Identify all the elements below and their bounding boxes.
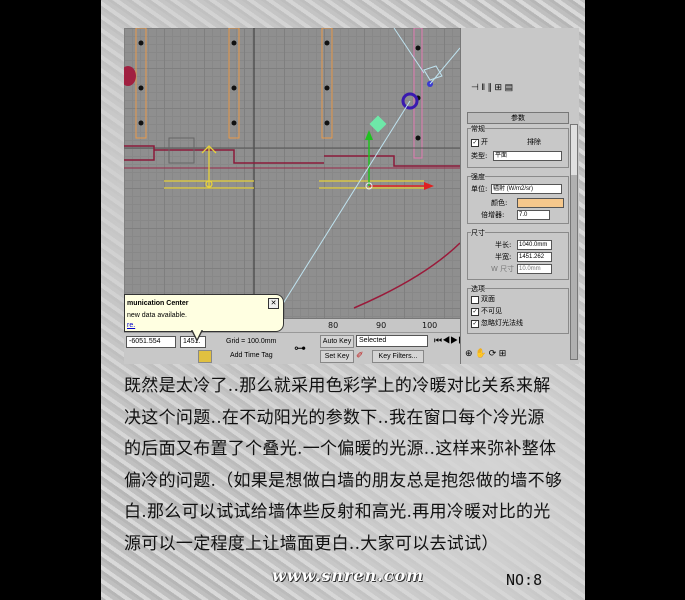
ignore-light-label: 忽略灯光法线 [481, 319, 523, 327]
paragraph-line: 决这个问题..在不动阳光的参数下..我在窗口每个冷光源 [124, 407, 545, 428]
ruler-tick: 100 [422, 321, 438, 330]
unit-label: 单位: [471, 185, 488, 193]
double-sided-label: 双面 [481, 295, 495, 303]
balloon-link[interactable]: re. [127, 322, 135, 329]
add-time-tag-button[interactable]: Add Time Tag [230, 352, 273, 359]
viewport-nav-icons[interactable]: ⊕ ✋ ⟳ ⊞ [465, 348, 506, 359]
panel-scrollbar[interactable] [570, 124, 578, 360]
options-heading: 选项 [471, 284, 485, 294]
double-sided-checkbox[interactable] [471, 296, 479, 304]
site-watermark: www.snren.com [272, 566, 425, 585]
key-filters-button[interactable]: Key Filters... [372, 350, 424, 363]
multiplier-field[interactable]: 7.0 [517, 210, 550, 220]
auto-key-button[interactable]: Auto Key [320, 335, 354, 348]
general-heading: 常规 [471, 124, 485, 134]
panel-toolbar-icons[interactable]: ⊣ ‖ ∥ ⊞ ▤ [471, 82, 513, 93]
lock-selection-button[interactable] [198, 350, 212, 363]
status-bar: -6051.554 1451. Grid = 100.0mm Add Time … [124, 332, 474, 364]
key-icon: ⊶ [294, 341, 306, 355]
half-length-field[interactable]: 1040.0mm [517, 240, 552, 250]
communication-center-balloon: munication Center ✕ new data available. … [124, 294, 284, 342]
top-viewport[interactable] [124, 28, 460, 318]
exclude-button[interactable]: 排除 [527, 137, 541, 147]
paragraph-line: 既然是太冷了..那么就采用色彩学上的冷暖对比关系来解 [124, 376, 551, 396]
scroll-thumb[interactable] [571, 125, 577, 175]
filter-icon: ✐ [356, 350, 364, 360]
half-width-field[interactable]: 1451.262 [517, 252, 552, 262]
body-paragraph: 既然是太冷了..那么就采用色彩学上的冷暖对比关系来解 决这个问题..在不动阳光的… [124, 371, 584, 560]
on-checkbox[interactable]: ✓ [471, 139, 479, 147]
paragraph-line: 白.那么可以试试给墙体些反射和高光.再用冷暖对比的光 [124, 502, 551, 522]
color-swatch[interactable] [517, 198, 564, 208]
color-label: 颜色: [491, 199, 508, 207]
type-label: 类型: [471, 152, 488, 160]
paragraph-line: 的后面又布置了个叠光.一个偏暖的光源..这样来弥补整体 [124, 439, 557, 459]
balloon-tail-fill [192, 329, 202, 339]
half-length-label: 半长: [495, 241, 512, 249]
page-number: NO:8 [506, 571, 543, 589]
type-dropdown[interactable]: 平面 [493, 151, 562, 161]
parameters-rollout[interactable]: 参数 [467, 112, 569, 124]
multiplier-label: 倍增器: [481, 211, 505, 219]
invisible-label: 不可见 [481, 307, 502, 315]
ruler-tick: 90 [376, 321, 387, 330]
balloon-title: munication Center [127, 300, 189, 307]
intensity-heading: 强度 [471, 172, 485, 182]
close-icon[interactable]: ✕ [268, 298, 279, 309]
ruler-tick: 80 [328, 321, 339, 330]
size-heading: 尺寸 [471, 228, 485, 238]
w-size-label: W 尺寸 [491, 265, 515, 273]
invisible-checkbox[interactable]: ✓ [471, 308, 479, 316]
unit-dropdown[interactable]: 辐射 (W/m2/sr) [491, 184, 562, 194]
balloon-message: new data available. [127, 312, 187, 319]
paragraph-line: 偏冷的问题.（如果是想做白墙的朋友总是抱怨做的墙不够 [124, 470, 563, 491]
on-label: 开 [481, 138, 488, 146]
half-width-label: 半宽: [495, 253, 512, 261]
ignore-light-checkbox[interactable]: ✓ [471, 320, 479, 328]
coord-x-field[interactable]: -6051.554 [126, 336, 176, 348]
grid-label: Grid = 100.0mm [226, 338, 277, 345]
command-panel: ⊣ ‖ ∥ ⊞ ▤ 参数 常规 ✓ 开 排除 类型: 平面 强度 单位: 辐射 … [460, 28, 579, 364]
w-size-field[interactable]: 10.0mm [517, 264, 552, 274]
selected-dropdown[interactable]: Selected [356, 335, 428, 347]
general-group [467, 128, 569, 168]
paragraph-line: 源可以一定程度上让墙面更白..大家可以去试试） [124, 533, 499, 554]
set-key-button[interactable]: Set Key [320, 350, 354, 363]
